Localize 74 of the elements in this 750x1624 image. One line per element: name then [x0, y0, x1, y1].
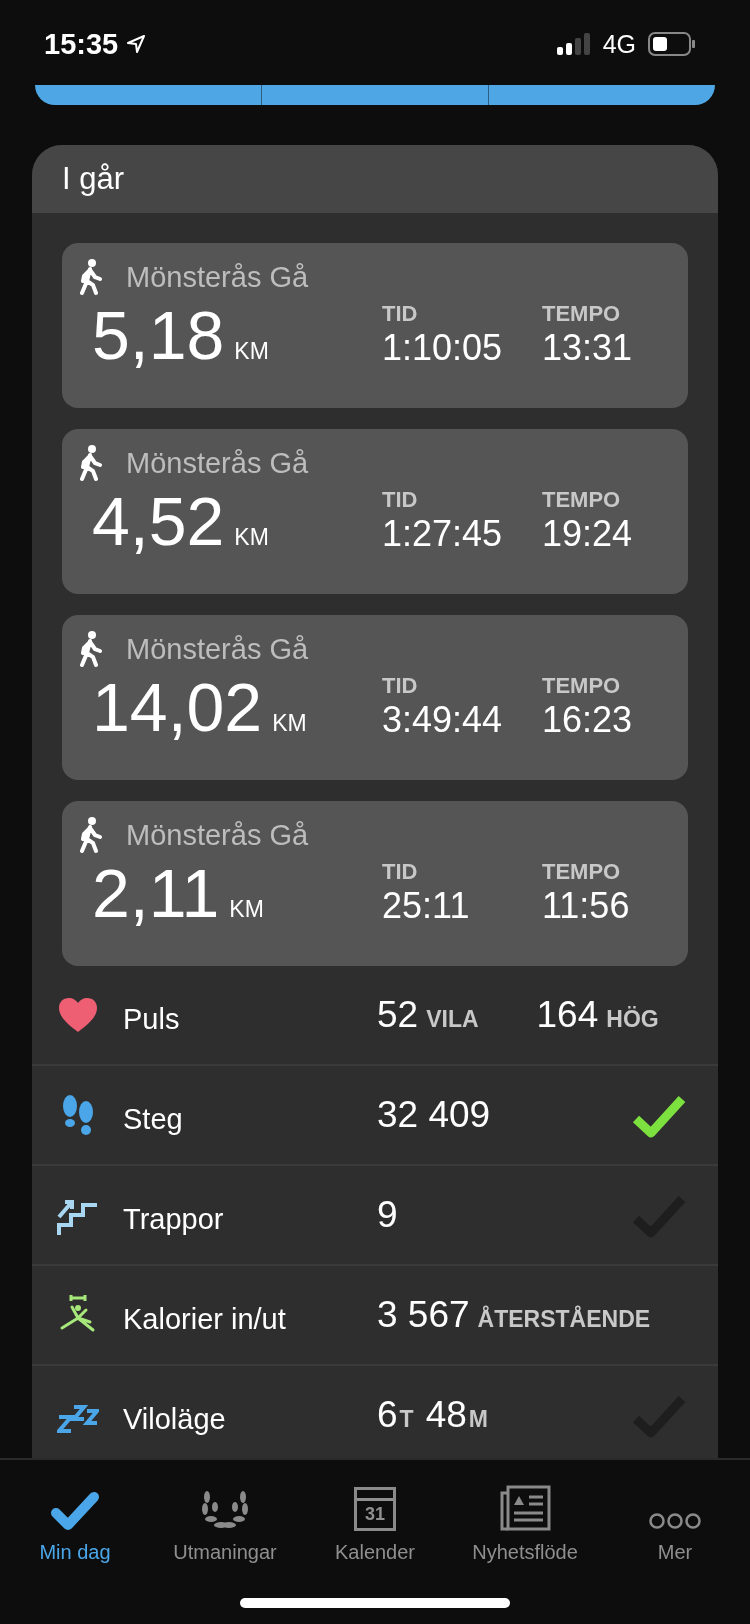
time-label: TID — [382, 487, 419, 513]
tab[interactable]: 31 Kalender — [300, 1460, 450, 1564]
more-icon — [649, 1511, 701, 1531]
time-value: 1:27:45 — [382, 513, 504, 555]
newspaper-icon — [499, 1485, 551, 1531]
metric-row[interactable]: Puls 52 VILA 164 HÖG — [32, 966, 718, 1066]
walking-icon — [78, 631, 104, 667]
activity-card[interactable]: Mönsterås Gå 5,18 KM TID 1:10:05 TEMPO 13:31 — [62, 243, 688, 408]
time-value: 25:11 — [382, 885, 471, 927]
time-label: TID — [382, 301, 419, 327]
heart-icon — [57, 997, 98, 1033]
pace-value: 13:31 — [542, 327, 633, 369]
checkmark-icon — [50, 1491, 100, 1531]
metric-value: 3 567 — [377, 1294, 470, 1336]
metric-row[interactable]: Kalorier in/ut 3 567 ÅTERSTÅENDE — [32, 1266, 718, 1366]
pace-value: 11:56 — [542, 885, 630, 927]
metric-label: Trappor — [123, 1201, 225, 1236]
pace-label: TEMPO — [542, 673, 622, 699]
distance-unit: KM — [272, 710, 307, 737]
activity-name: Mönsterås Gå — [126, 818, 309, 852]
metric-row[interactable]: Steg 32 409 — [32, 1066, 718, 1166]
pace-label: TEMPO — [542, 301, 622, 327]
metric-label: Puls — [123, 1001, 181, 1036]
metric-unit: VILA — [426, 1006, 479, 1033]
walking-icon — [78, 259, 104, 295]
time-label: TID — [382, 859, 419, 885]
signal-icon — [556, 33, 591, 55]
tab[interactable]: Nyhetsflöde — [450, 1460, 600, 1564]
metric-value: 9 — [377, 1194, 398, 1236]
calendar-icon: 31 — [354, 1487, 396, 1531]
status-time: 15:35 — [44, 27, 119, 61]
metric-value: 48 — [425, 1394, 467, 1436]
metric-label: Kalorier in/ut — [123, 1301, 287, 1336]
metric-unit: T — [399, 1406, 414, 1433]
tab[interactable]: Min dag — [0, 1460, 150, 1564]
activity-card[interactable]: Mönsterås Gå 2,11 KM TID 25:11 TEMPO 11:56 — [62, 801, 688, 966]
location-arrow-icon — [126, 34, 147, 54]
metric-value: 6 — [377, 1394, 398, 1436]
time-label: TID — [382, 673, 419, 699]
footprints-icon — [60, 1094, 95, 1136]
distance-value: 5,18 — [92, 301, 225, 369]
network-label: 4G — [602, 29, 636, 59]
activity-name: Mönsterås Gå — [126, 446, 309, 480]
pace-value: 16:23 — [542, 699, 633, 741]
time-value: 3:49:44 — [382, 699, 504, 741]
distance-value: 14,02 — [92, 673, 263, 741]
pace-label: TEMPO — [542, 487, 622, 513]
distance-value: 2,11 — [92, 859, 220, 927]
tab[interactable]: Mer — [600, 1460, 750, 1564]
distance-value: 4,52 — [92, 487, 225, 555]
pace-value: 19:24 — [542, 513, 633, 555]
distance-unit: KM — [234, 524, 269, 551]
walking-icon — [78, 817, 104, 853]
activity-name: Mönsterås Gå — [126, 260, 309, 294]
metric-unit: ÅTERSTÅENDE — [477, 1306, 651, 1333]
pace-label: TEMPO — [542, 859, 622, 885]
metric-label: Steg — [123, 1101, 184, 1136]
time-value: 1:10:05 — [382, 327, 504, 369]
distance-unit: KM — [234, 338, 269, 365]
metric-value: 32 409 — [377, 1094, 491, 1136]
metric-value: 52 — [377, 994, 419, 1036]
tab[interactable]: Utmaningar — [150, 1460, 300, 1564]
activity-card[interactable]: Mönsterås Gå 4,52 KM TID 1:27:45 TEMPO 19:24 — [62, 429, 688, 594]
metric-unit: HÖG — [606, 1006, 659, 1033]
walking-icon — [78, 445, 104, 481]
distance-unit: KM — [229, 896, 264, 923]
battery-icon — [648, 32, 696, 56]
activity-card[interactable]: Mönsterås Gå 14,02 KM TID 3:49:44 TEMPO 16:23 — [62, 615, 688, 780]
metric-unit: M — [468, 1406, 488, 1433]
metric-label: Viloläge — [123, 1401, 227, 1436]
card-title: I går — [62, 161, 125, 197]
metric-value: 164 — [536, 994, 599, 1036]
activity-name: Mönsterås Gå — [126, 632, 309, 666]
metric-row[interactable]: Trappor 9 — [32, 1166, 718, 1266]
